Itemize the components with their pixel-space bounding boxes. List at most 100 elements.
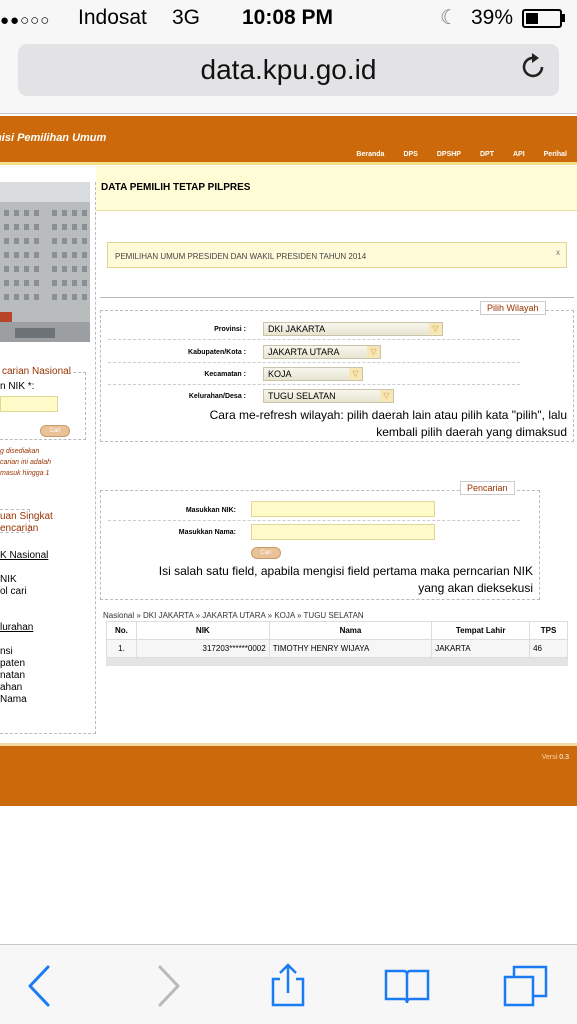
- row-separator: [108, 384, 520, 385]
- cell-nik: 317203******0002: [135, 639, 270, 658]
- tabs-icon[interactable]: [502, 963, 548, 1009]
- guide-line: paten: [0, 658, 26, 669]
- guide-line: [0, 610, 48, 622]
- nik-input[interactable]: [251, 501, 435, 517]
- guide-line: Nama: [0, 694, 27, 705]
- national-nik-input[interactable]: [0, 396, 58, 412]
- network-type: 3G: [172, 6, 201, 29]
- region-help: Cara me-refresh wilayah: pilih daerah la…: [107, 407, 567, 441]
- nav-perihal[interactable]: Perihal: [544, 151, 567, 158]
- status-bar: ●●○○○ Indosat 3G 10:08 PM ☾ 39%: [0, 0, 577, 38]
- cell-tempat-lahir: JAKARTA: [431, 639, 531, 658]
- col-nik: NIK: [135, 621, 270, 640]
- kelurahan-select[interactable]: TUGU SELATAN ▽: [263, 389, 394, 403]
- results-table: No. NIK Nama Tempat Lahir TPS 1. 317203*…: [106, 621, 568, 658]
- search-help-line: yang akan dieksekusi: [418, 581, 533, 595]
- nik-label: Masukkan NIK:: [185, 507, 236, 514]
- site-header: misi Pemilihan Umum Beranda DPS DPSHP DP…: [0, 116, 577, 164]
- cell-no: 1.: [106, 639, 137, 658]
- provinsi-label: Provinsi :: [214, 326, 246, 333]
- nama-input[interactable]: [251, 524, 435, 540]
- guide-line: ol cari: [0, 586, 27, 597]
- guide-legend-line: uan Singkat: [0, 511, 53, 522]
- carrier-name: Indosat: [78, 6, 147, 29]
- nama-label: Masukkan Nama:: [178, 529, 236, 536]
- row-separator: [108, 339, 520, 340]
- search-button[interactable]: Cari: [251, 547, 281, 559]
- search-legend: Pencarian: [460, 481, 515, 495]
- sidebar-note-line: masuk hingga 1: [0, 470, 50, 477]
- col-nama: Nama: [268, 621, 433, 640]
- sidebar-note-line: carian ini adalah: [0, 459, 51, 466]
- do-not-disturb-icon: ☾: [440, 7, 458, 29]
- bookmarks-icon[interactable]: [384, 963, 430, 1009]
- guide-line: [0, 598, 48, 610]
- browser-top-bar: ●●○○○ Indosat 3G 10:08 PM ☾ 39% data.kpu…: [0, 0, 577, 114]
- header-rule: [0, 162, 577, 165]
- guide-legend-line: encarian: [0, 523, 39, 534]
- provinsi-value: DKI JAKARTA: [268, 324, 326, 334]
- battery-tip: [562, 14, 565, 22]
- cell-tps: 46: [529, 639, 568, 658]
- browser-toolbar: [0, 944, 577, 1024]
- back-icon[interactable]: [18, 963, 64, 1009]
- kabupaten-value: JAKARTA UTARA: [268, 347, 340, 357]
- nav-api[interactable]: API: [513, 151, 525, 158]
- col-tempat-lahir: Tempat Lahir: [431, 621, 531, 640]
- national-search-button[interactable]: Cari: [40, 425, 70, 437]
- url-text[interactable]: data.kpu.go.id: [18, 54, 559, 86]
- kecamatan-value: KOJA: [268, 369, 292, 379]
- kecamatan-select[interactable]: KOJA ▽: [263, 367, 363, 381]
- region-help-line: Cara me-refresh wilayah: pilih daerah la…: [209, 408, 567, 422]
- region-legend: Pilih Wilayah: [480, 301, 546, 315]
- site-footer: Versi 0.3: [0, 746, 577, 806]
- nav-dps[interactable]: DPS: [403, 151, 417, 158]
- forward-icon[interactable]: [144, 963, 190, 1009]
- col-tps: TPS: [529, 621, 568, 640]
- election-notice: PEMILIHAN UMUM PRESIDEN DAN WAKIL PRESID…: [107, 242, 567, 268]
- chevron-down-icon: ▽: [429, 323, 442, 335]
- nav-dpt[interactable]: DPT: [480, 151, 494, 158]
- divider: [100, 297, 574, 298]
- row-separator: [108, 520, 520, 521]
- table-header-row: No. NIK Nama Tempat Lahir TPS: [106, 621, 568, 640]
- address-bar[interactable]: data.kpu.go.id: [18, 44, 559, 96]
- version-label: Versi: [541, 754, 558, 761]
- table-row: 1. 317203******0002 TIMOTHY HENRY WIJAYA…: [106, 639, 568, 658]
- close-icon[interactable]: x: [556, 248, 560, 257]
- version-text: Versi 0.3: [542, 754, 569, 761]
- nav-dpshp[interactable]: DPSHP: [437, 151, 461, 158]
- kelurahan-label: Kelurahan/Desa :: [188, 393, 246, 400]
- chevron-down-icon: ▽: [367, 346, 380, 358]
- sidebar-note-line: g disediakan: [0, 448, 40, 455]
- share-icon[interactable]: [265, 963, 311, 1009]
- guide-line: [0, 634, 48, 646]
- notice-text: PEMILIHAN UMUM PRESIDEN DAN WAKIL PRESID…: [115, 252, 367, 261]
- kecamatan-label: Kecamatan :: [204, 371, 246, 378]
- kabupaten-select[interactable]: JAKARTA UTARA ▽: [263, 345, 381, 359]
- guide-line: nsi: [0, 646, 13, 657]
- row-separator: [108, 362, 520, 363]
- reload-icon[interactable]: [521, 50, 547, 88]
- guide-line: [0, 562, 48, 574]
- cell-nama: TIMOTHY HENRY WIJAYA: [268, 639, 433, 658]
- battery-percent: 39%: [471, 6, 514, 29]
- guide-legend: uan Singkat encarian: [0, 511, 53, 535]
- site-nav: Beranda DPS DPSHP DPT API Perihal: [337, 151, 567, 158]
- building-photo: [0, 182, 90, 342]
- page-title-band: DATA PEMILIH TETAP PILPRES: [96, 166, 577, 211]
- nav-beranda[interactable]: Beranda: [356, 151, 384, 158]
- national-search-legend: carian Nasional: [0, 366, 73, 377]
- battery-icon: [522, 9, 562, 28]
- national-search-box: carian Nasional n NIK *: Cari: [0, 366, 86, 440]
- signal-strength: ●●○○○: [0, 12, 51, 29]
- provinsi-select[interactable]: DKI JAKARTA ▽: [263, 322, 443, 336]
- guide-line: NIK: [0, 574, 17, 585]
- chevron-down-icon: ▽: [349, 368, 362, 380]
- page-title: DATA PEMILIH TETAP PILPRES: [101, 182, 251, 193]
- kelurahan-value: TUGU SELATAN: [268, 391, 336, 401]
- search-help: Isi salah satu field, apabila mengisi fi…: [73, 563, 533, 597]
- sidebar-note: g disediakan carian ini adalah masuk hin…: [0, 446, 86, 479]
- region-help-line: kembali pilih daerah yang dimaksud: [376, 425, 567, 439]
- chevron-down-icon: ▽: [380, 390, 393, 402]
